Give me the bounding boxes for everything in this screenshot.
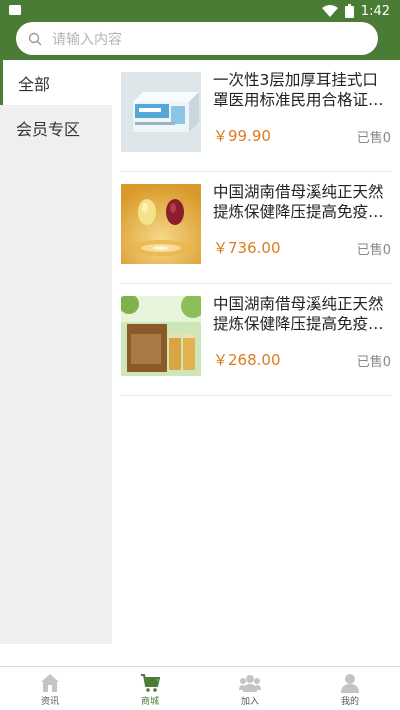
search-icon	[28, 32, 42, 45]
category-label: 全部	[18, 74, 51, 94]
group-icon	[239, 675, 261, 692]
product-sold-count: 已售0	[356, 355, 391, 370]
header: 请输入内容	[0, 22, 400, 60]
product-list: 一次性3层加厚耳挂式口罩医用标准民用合格证… ￥99.90 已售0 中国湖南借母…	[112, 60, 400, 644]
status-right: 1:42	[321, 3, 390, 19]
product-sold-count: 已售0	[356, 131, 391, 146]
product-item[interactable]: 中国湖南借母溪纯正天然提炼保健降压提高免疫… ￥268.00 已售0	[121, 284, 391, 396]
product-title: 一次性3层加厚耳挂式口罩医用标准民用合格证…	[213, 71, 384, 109]
nav-label: 我的	[340, 697, 359, 707]
user-icon	[341, 674, 359, 693]
product-title: 中国湖南借母溪纯正天然提炼保健降压提高免疫…	[213, 295, 384, 333]
home-icon	[41, 674, 59, 692]
bottom-nav: 资讯 商城 加入 我的	[0, 666, 400, 710]
product-price: ￥99.90	[213, 127, 271, 145]
nav-mall[interactable]: 商城	[100, 667, 200, 710]
search-input[interactable]: 请输入内容	[16, 22, 378, 55]
product-image-capsules	[121, 184, 201, 264]
nav-news[interactable]: 资讯	[0, 667, 100, 710]
product-image-giftbox	[121, 296, 201, 376]
nav-label: 加入	[240, 697, 259, 707]
category-label: 会员专区	[16, 120, 81, 139]
wifi-icon	[321, 4, 338, 17]
category-all[interactable]: 全部	[0, 60, 112, 105]
product-price: ￥268.00	[213, 351, 281, 369]
product-image-mask-box	[121, 72, 201, 152]
status-bar: 1:42	[0, 0, 400, 22]
notification-icon	[9, 5, 21, 15]
category-sidebar: 全部 会员专区	[0, 60, 112, 644]
product-item[interactable]: 中国湖南借母溪纯正天然提炼保健降压提高免疫… ￥736.00 已售0	[121, 172, 391, 284]
search-placeholder: 请输入内容	[52, 31, 122, 48]
product-price: ￥736.00	[213, 239, 281, 257]
status-time: 1:42	[360, 3, 390, 19]
product-item[interactable]: 一次性3层加厚耳挂式口罩医用标准民用合格证… ￥99.90 已售0	[121, 60, 391, 172]
cart-icon	[141, 674, 160, 692]
nav-mine[interactable]: 我的	[300, 667, 400, 710]
product-title: 中国湖南借母溪纯正天然提炼保健降压提高免疫…	[213, 183, 384, 221]
category-member-zone[interactable]: 会员专区	[0, 105, 112, 151]
nav-label: 资讯	[40, 697, 59, 707]
nav-join[interactable]: 加入	[200, 667, 300, 710]
product-sold-count: 已售0	[356, 243, 391, 258]
nav-label: 商城	[140, 697, 159, 707]
battery-icon	[344, 4, 354, 18]
